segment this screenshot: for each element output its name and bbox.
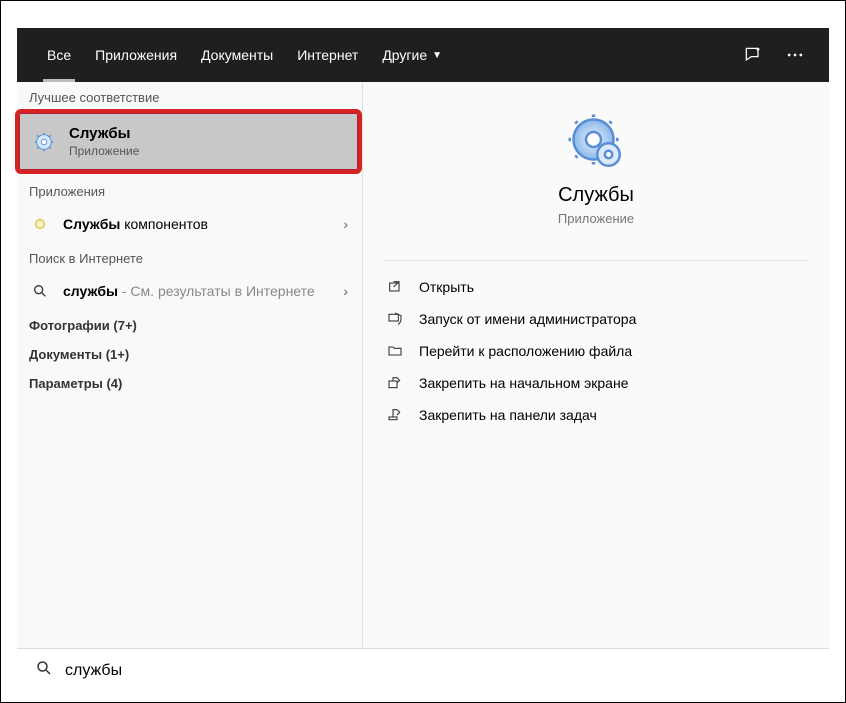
documents-group[interactable]: Документы (1+) bbox=[17, 339, 362, 368]
action-label: Запуск от имени администратора bbox=[419, 311, 636, 327]
folder-icon bbox=[387, 342, 405, 360]
tab-more[interactable]: Другие▼ bbox=[370, 28, 454, 82]
action-run-admin[interactable]: Запуск от имени администратора bbox=[363, 303, 829, 335]
chevron-down-icon: ▼ bbox=[432, 50, 442, 61]
action-open[interactable]: Открыть bbox=[363, 271, 829, 303]
apps-section-label: Приложения bbox=[17, 176, 362, 205]
feedback-icon[interactable] bbox=[743, 45, 763, 65]
best-match-item[interactable]: Службы Приложение bbox=[15, 109, 362, 174]
preview-pane: Службы Приложение Открыть Запуск от имен… bbox=[362, 82, 829, 648]
divider bbox=[383, 260, 809, 261]
services-icon bbox=[33, 131, 55, 153]
admin-icon bbox=[387, 310, 405, 328]
result-web-search[interactable]: службы - См. результаты в Интернете › bbox=[17, 272, 362, 310]
action-open-file-location[interactable]: Перейти к расположению файла bbox=[363, 335, 829, 367]
chevron-right-icon: › bbox=[343, 283, 348, 299]
action-label: Закрепить на начальном экране bbox=[419, 375, 629, 391]
preview-title: Службы bbox=[558, 184, 634, 207]
best-match-subtitle: Приложение bbox=[69, 144, 139, 158]
services-app-icon bbox=[566, 112, 626, 172]
more-icon[interactable] bbox=[785, 45, 805, 65]
result-label: Службы компонентов bbox=[63, 216, 343, 232]
photos-group[interactable]: Фотографии (7+) bbox=[17, 310, 362, 339]
result-label: службы - См. результаты в Интернете bbox=[63, 283, 343, 299]
best-match-title: Службы bbox=[69, 125, 139, 142]
pin-start-icon bbox=[387, 374, 405, 392]
search-icon bbox=[31, 282, 49, 300]
action-pin-taskbar[interactable]: Закрепить на панели задач bbox=[363, 399, 829, 431]
search-input[interactable] bbox=[65, 662, 811, 680]
search-bar[interactable] bbox=[17, 648, 829, 692]
best-match-label: Лучшее соответствие bbox=[17, 82, 362, 111]
action-pin-start[interactable]: Закрепить на начальном экране bbox=[363, 367, 829, 399]
tab-all[interactable]: Все bbox=[35, 28, 83, 82]
settings-group[interactable]: Параметры (4) bbox=[17, 368, 362, 397]
action-label: Перейти к расположению файла bbox=[419, 343, 632, 359]
tab-apps[interactable]: Приложения bbox=[83, 28, 189, 82]
preview-subtitle: Приложение bbox=[558, 211, 634, 226]
open-icon bbox=[387, 278, 405, 296]
result-component-services[interactable]: Службы компонентов › bbox=[17, 205, 362, 243]
results-pane: Лучшее соответствие Службы Приложение Пр… bbox=[17, 82, 362, 648]
pin-taskbar-icon bbox=[387, 406, 405, 424]
action-label: Закрепить на панели задач bbox=[419, 407, 597, 423]
search-icon bbox=[35, 659, 53, 682]
action-label: Открыть bbox=[419, 279, 474, 295]
search-tabs: Все Приложения Документы Интернет Другие… bbox=[17, 28, 829, 82]
component-services-icon bbox=[31, 215, 49, 233]
tab-documents[interactable]: Документы bbox=[189, 28, 285, 82]
web-section-label: Поиск в Интернете bbox=[17, 243, 362, 272]
tab-internet[interactable]: Интернет bbox=[285, 28, 370, 82]
chevron-right-icon: › bbox=[343, 216, 348, 232]
